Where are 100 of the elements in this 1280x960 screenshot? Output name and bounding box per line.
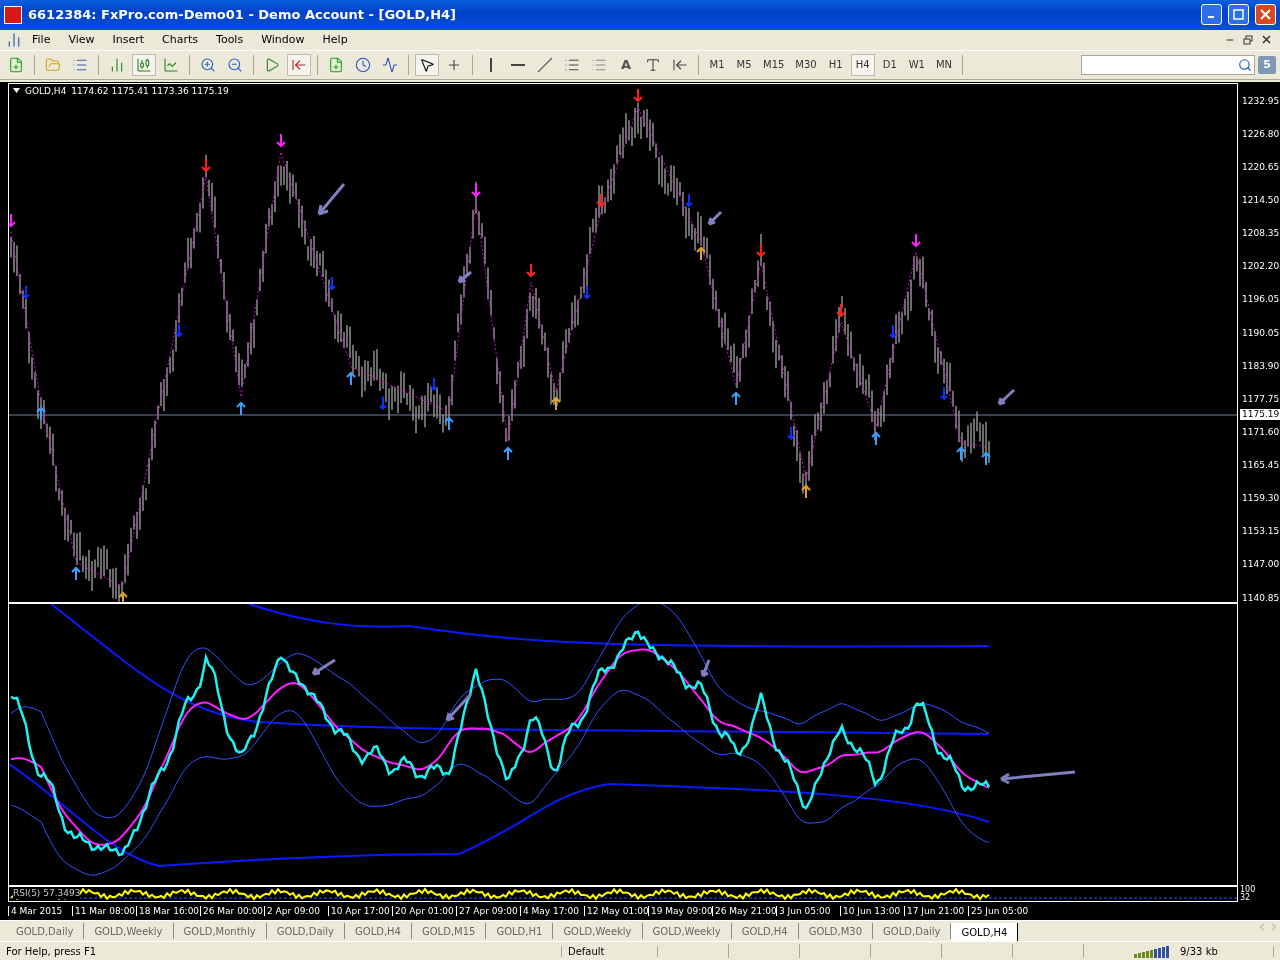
rsi-level-label: 32 [1240,893,1251,902]
down-arrow-marker [836,302,846,318]
menu-item[interactable]: Help [314,31,356,49]
price-label: 1226.80 [1241,129,1280,139]
chart-tab[interactable]: GOLD,H1 [486,923,554,940]
chart-tab[interactable]: GOLD,Weekly [553,923,643,940]
chart-tab[interactable]: GOLD,H4 [731,923,799,940]
timeframe-button[interactable]: MN [931,53,957,76]
time-label: 12 May 01:00 [584,905,648,916]
timeframe-button[interactable]: D1 [877,53,902,76]
chart-tab[interactable]: GOLD,Weekly [84,923,174,940]
up-arrow-marker [503,446,513,461]
timeframe-button[interactable]: H1 [823,53,848,76]
time-label: 4 May 17:00 [520,905,584,916]
restore-icon [1243,34,1253,45]
zoom-in-icon [200,56,216,73]
price-label: 1159.30 [1241,494,1280,504]
chart-shift-button[interactable] [287,53,311,76]
down-arrow-marker [583,284,591,300]
annotation-arrow [445,692,473,722]
time-label: 2 Apr 09:00 [264,905,328,916]
close-button[interactable] [1255,4,1276,26]
price-label: 1140.85 [1241,593,1280,603]
time-label: 26 Mar 00:00 [200,905,264,916]
menu-item[interactable]: Window [253,31,313,49]
price-label: 1232.95 [1241,96,1280,106]
chart-tab[interactable]: GOLD,Daily [266,923,346,940]
folder-icon [45,56,61,73]
up-arrow-marker [36,406,46,421]
add-indicator-icon [328,56,344,73]
chart-tab[interactable]: GOLD,Monthly [173,923,267,940]
close-icon [1260,9,1271,21]
price-label: 1147.00 [1241,560,1280,570]
caret-icon[interactable] [13,88,20,94]
timeframe-button[interactable]: M5 [732,53,756,76]
menu-item[interactable]: File [24,31,59,49]
menu-item[interactable]: Tools [208,31,252,49]
time-label: 10 Jun 13:00 [840,905,904,916]
up-arrow-marker [981,451,991,466]
chart-restore-button[interactable] [1240,32,1256,47]
text-label-icon [645,56,661,73]
up-arrow-marker [444,416,454,431]
timeframe-button[interactable]: M15 [759,53,789,76]
down-arrow-marker [22,284,30,299]
time-label: 3 Jun 05:00 [776,905,840,916]
timeframe-button[interactable]: M1 [705,53,729,76]
zoom-out-icon [227,56,243,73]
cursor-button[interactable] [415,53,439,76]
time-label: 17 Jun 21:00 [904,905,968,916]
time-label: 27 Apr 09:00 [456,905,520,916]
down-arrow-marker [596,192,606,208]
timeframe-button[interactable]: W1 [904,53,929,76]
current-price-label: 1175.19 [1240,408,1280,420]
price-label: 1190.05 [1241,328,1280,338]
time-label: 11 Mar 08:00 [72,905,136,916]
bar-chart-icon [109,56,125,73]
annotation-arrow [997,388,1016,406]
candlestick-button[interactable] [132,53,156,76]
indicator-label: RSI(5) 57.3493 [13,887,81,899]
maximize-icon [1233,9,1244,21]
price-label: 1171.60 [1241,427,1280,437]
annotation-arrow [457,270,473,284]
minimize-button[interactable] [1201,4,1222,26]
line-chart-icon [163,56,179,73]
chart-tab[interactable]: GOLD,M30 [798,923,874,940]
timeframe-button[interactable]: M30 [791,53,821,76]
rsi-level-label: 100 [1240,885,1256,894]
menu-item[interactable]: Insert [104,31,153,49]
menu-item[interactable]: Charts [154,31,207,49]
annotation-arrow [700,658,711,678]
timeframe-button[interactable]: H4 [850,53,875,76]
menu-item[interactable]: View [60,31,103,49]
price-label: 1177.75 [1241,394,1280,404]
search-field[interactable] [1081,54,1255,75]
up-arrow-marker [551,396,561,411]
chart-tab[interactable]: GOLD,H4 [345,923,412,940]
time-label: 25 Jun 05:00 [968,905,1032,916]
trendline-icon [537,56,553,73]
price-label: 1220.65 [1241,162,1280,172]
price-label: 1153.15 [1241,527,1280,537]
text-tool-button[interactable]: A [614,53,638,76]
maximize-button[interactable] [1228,4,1249,26]
down-arrow-marker [201,157,211,173]
up-arrow-marker [346,371,356,386]
chart-tab[interactable]: GOLD,Weekly [642,923,732,940]
clock-icon [355,56,371,73]
chart-tab[interactable]: GOLD,Daily [6,923,85,940]
annotation-arrow [707,210,723,226]
ohlc-values: 1174.62 1175.41 1173.36 1175.19 [71,85,229,96]
chart-tab[interactable]: GOLD,M15 [412,923,487,940]
price-label: 1165.45 [1241,461,1280,471]
chart-window-icon[interactable] [6,31,22,48]
chart-symbol: GOLD,H4 [25,85,67,96]
down-arrow-marker [633,87,643,103]
up-arrow-marker [236,401,246,416]
new-chart-icon [8,56,24,73]
annotation-arrow [317,182,346,216]
price-label: 1183.90 [1241,361,1280,371]
time-label: 4 Mar 2015 [8,905,72,916]
price-label: 1214.50 [1241,196,1280,206]
